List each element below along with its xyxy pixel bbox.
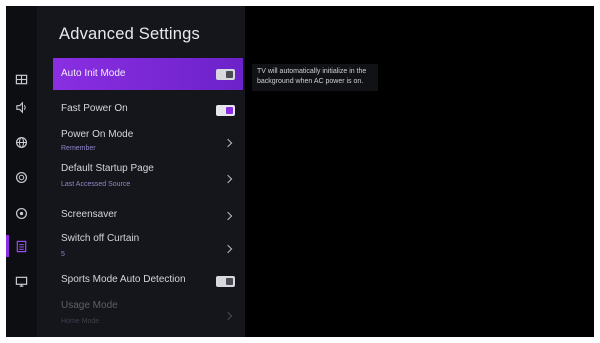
chevron-right-icon xyxy=(223,211,233,221)
general-settings-icon[interactable] xyxy=(6,202,37,224)
menu-item-sports-mode-auto-detection[interactable]: Sports Mode Auto Detection xyxy=(53,271,243,293)
menu-item-value: Home Mode xyxy=(61,318,100,325)
menu-item-fast-power-on[interactable]: Fast Power On xyxy=(53,98,243,120)
menu-item-label: Fast Power On xyxy=(61,103,128,114)
menu-item-value: Last Accessed Source xyxy=(61,181,131,188)
menu-item-auto-init-mode[interactable]: Auto Init Mode xyxy=(53,58,243,90)
menu-item-value: Remember xyxy=(61,145,96,152)
menu-item-label: Default Startup Page xyxy=(61,163,154,174)
menu-item-default-startup-page[interactable]: Default Startup Page Last Accessed Sourc… xyxy=(53,161,243,193)
menu-item-label: Sports Mode Auto Detection xyxy=(61,274,186,285)
settings-category-rail xyxy=(6,6,37,337)
tv-screen: Advanced Settings Auto Init Mode Fast Po… xyxy=(6,6,594,337)
menu-item-switch-off-curtain[interactable]: Switch off Curtain 5 xyxy=(53,231,243,263)
help-description: TV will automatically initialize in the … xyxy=(252,64,378,91)
chevron-right-icon xyxy=(223,244,233,254)
fast-power-toggle[interactable] xyxy=(216,105,235,116)
advanced-settings-panel: Advanced Settings Auto Init Mode Fast Po… xyxy=(37,6,245,337)
chevron-right-icon xyxy=(223,174,233,184)
menu-item-power-on-mode[interactable]: Power On Mode Remember xyxy=(53,127,243,157)
network-icon[interactable] xyxy=(6,131,37,153)
menu-item-value: 5 xyxy=(61,251,65,258)
auto-init-toggle[interactable] xyxy=(216,69,235,80)
sports-mode-toggle[interactable] xyxy=(216,276,235,287)
sound-icon[interactable] xyxy=(6,96,37,118)
picture-icon[interactable] xyxy=(6,68,37,90)
page-title: Advanced Settings xyxy=(59,25,200,43)
menu-item-screensaver[interactable]: Screensaver xyxy=(53,204,243,226)
chevron-right-icon xyxy=(223,138,233,148)
advanced-settings-icon[interactable] xyxy=(6,235,37,257)
menu-item-label: Usage Mode xyxy=(61,300,118,311)
menu-item-label: Switch off Curtain xyxy=(61,233,140,244)
menu-item-label: Power On Mode xyxy=(61,129,134,140)
accessibility-icon[interactable] xyxy=(6,166,37,188)
chevron-right-icon xyxy=(223,311,233,321)
menu-item-usage-mode[interactable]: Usage Mode Home Mode xyxy=(53,298,243,330)
menu-item-label: Screensaver xyxy=(61,209,118,220)
cast-icon[interactable] xyxy=(6,270,37,292)
menu-item-label: Auto Init Mode xyxy=(61,68,126,79)
